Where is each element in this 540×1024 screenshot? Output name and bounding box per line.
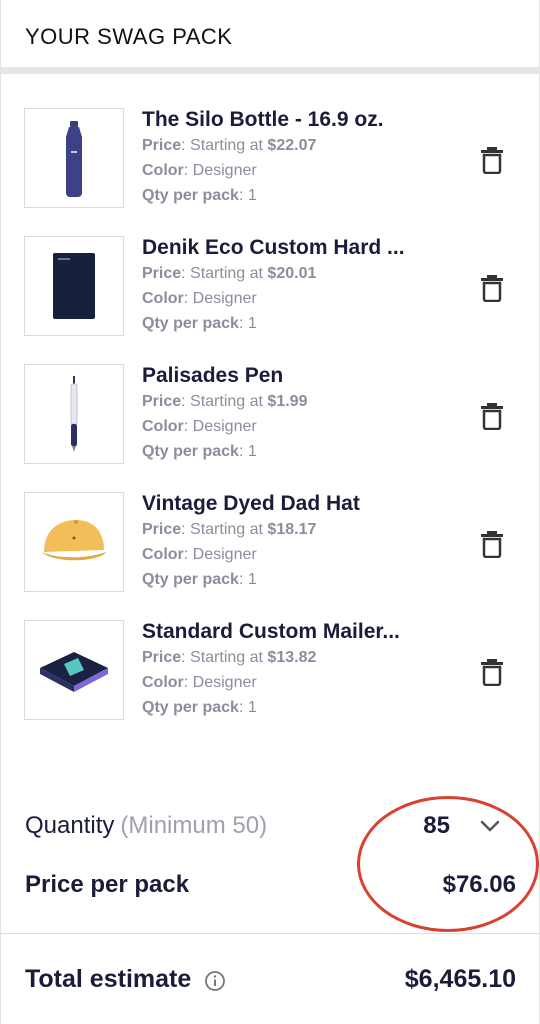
qty-value: 1 — [247, 315, 257, 332]
item-info: Standard Custom Mailer... Price: Startin… — [142, 619, 462, 720]
price-value: $22.07 — [267, 137, 317, 154]
item-price: Price: Starting at $1.99 — [142, 393, 308, 410]
starting-at-text: Starting at — [190, 265, 263, 282]
item-color: Color: Designer — [142, 674, 257, 691]
notebook-image — [53, 253, 95, 319]
qty-value: 1 — [247, 443, 257, 460]
qty-value: 1 — [247, 571, 257, 588]
quantity-value: 85 — [423, 812, 450, 839]
qty-value: 1 — [247, 187, 257, 204]
total-estimate-value: $6,465.10 — [404, 965, 516, 993]
bottle-image — [66, 121, 82, 197]
price-per-pack-value: $76.06 — [442, 871, 516, 898]
item-name[interactable]: Standard Custom Mailer... — [142, 619, 452, 645]
hat-image — [42, 520, 106, 561]
item-color: Color: Designer — [142, 546, 257, 563]
total-estimate-row: Total estimate $6,465.10 — [25, 965, 520, 1001]
color-value: Designer — [192, 418, 257, 435]
total-estimate-label: Total estimate — [25, 965, 192, 993]
price-label: Price — [142, 137, 182, 154]
price-label: Price — [142, 265, 182, 282]
item-price: Price: Starting at $22.07 — [142, 137, 317, 154]
list-item: Denik Eco Custom Hard ... Price: Startin… — [1, 236, 540, 364]
divider — [1, 933, 540, 934]
item-qty: Qty per pack: 1 — [142, 699, 257, 716]
item-info: Denik Eco Custom Hard ... Price: Startin… — [142, 235, 462, 336]
item-list: The Silo Bottle - 16.9 oz. Price: Starti… — [1, 108, 540, 748]
color-value: Designer — [192, 290, 257, 307]
qty-label: Qty per pack — [142, 443, 239, 460]
product-image-notebook[interactable] — [24, 236, 124, 336]
list-item: The Silo Bottle - 16.9 oz. Price: Starti… — [1, 108, 540, 236]
info-icon[interactable] — [204, 970, 226, 992]
page-title: YOUR SWAG PACK — [25, 24, 233, 49]
trash-icon[interactable] — [479, 274, 505, 302]
color-label: Color — [142, 674, 184, 691]
list-item: Palisades Pen Price: Starting at $1.99 C… — [1, 364, 540, 492]
starting-at-text: Starting at — [190, 521, 263, 538]
trash-icon[interactable] — [479, 402, 505, 430]
item-price: Price: Starting at $20.01 — [142, 265, 317, 282]
qty-label: Qty per pack — [142, 571, 239, 588]
product-image-silo-bottle[interactable] — [24, 108, 124, 208]
trash-icon[interactable] — [479, 530, 505, 558]
price-value: $18.17 — [267, 521, 317, 538]
item-price: Price: Starting at $18.17 — [142, 521, 317, 538]
color-label: Color — [142, 418, 184, 435]
product-image-pen[interactable] — [24, 364, 124, 464]
item-color: Color: Designer — [142, 290, 257, 307]
list-item: Standard Custom Mailer... Price: Startin… — [1, 620, 540, 748]
header: YOUR SWAG PACK — [1, 0, 540, 74]
color-label: Color — [142, 546, 184, 563]
item-color: Color: Designer — [142, 162, 257, 179]
qty-label: Qty per pack — [142, 315, 239, 332]
swag-pack-panel: YOUR SWAG PACK The Silo Bottle - 16.9 oz… — [0, 0, 540, 1024]
item-info: The Silo Bottle - 16.9 oz. Price: Starti… — [142, 107, 462, 208]
quantity-minimum: (Minimum 50) — [120, 812, 268, 839]
item-color: Color: Designer — [142, 418, 257, 435]
item-name[interactable]: Vintage Dyed Dad Hat — [142, 491, 452, 517]
price-label: Price — [142, 393, 182, 410]
item-name[interactable]: The Silo Bottle - 16.9 oz. — [142, 107, 452, 133]
chevron-down-icon — [480, 820, 500, 832]
price-per-pack-row: Price per pack $76.06 — [25, 871, 520, 905]
item-qty: Qty per pack: 1 — [142, 315, 257, 332]
quantity-row: Quantity (Minimum 50) 85 — [25, 812, 520, 846]
starting-at-text: Starting at — [190, 649, 263, 666]
product-image-dad-hat[interactable] — [24, 492, 124, 592]
price-label: Price — [142, 521, 182, 538]
color-label: Color — [142, 162, 184, 179]
item-name[interactable]: Palisades Pen — [142, 363, 452, 389]
color-value: Designer — [192, 674, 257, 691]
color-label: Color — [142, 290, 184, 307]
price-per-pack-label: Price per pack — [25, 871, 190, 898]
qty-value: 1 — [247, 699, 257, 716]
item-qty: Qty per pack: 1 — [142, 187, 257, 204]
item-info: Palisades Pen Price: Starting at $1.99 C… — [142, 363, 462, 464]
starting-at-text: Starting at — [190, 137, 263, 154]
qty-label: Qty per pack — [142, 699, 239, 716]
item-qty: Qty per pack: 1 — [142, 443, 257, 460]
mailer-box-image — [40, 652, 108, 692]
item-name[interactable]: Denik Eco Custom Hard ... — [142, 235, 452, 261]
starting-at-text: Starting at — [190, 393, 263, 410]
price-label: Price — [142, 649, 182, 666]
quantity-select[interactable]: 85 — [423, 812, 500, 840]
price-value: $13.82 — [267, 649, 317, 666]
list-item: Vintage Dyed Dad Hat Price: Starting at … — [1, 492, 540, 620]
pen-image — [70, 376, 78, 452]
price-value: $20.01 — [267, 265, 317, 282]
qty-label: Qty per pack — [142, 187, 239, 204]
color-value: Designer — [192, 162, 257, 179]
product-image-mailer-box[interactable] — [24, 620, 124, 720]
trash-icon[interactable] — [479, 146, 505, 174]
item-price: Price: Starting at $13.82 — [142, 649, 317, 666]
color-value: Designer — [192, 546, 257, 563]
item-info: Vintage Dyed Dad Hat Price: Starting at … — [142, 491, 462, 592]
item-qty: Qty per pack: 1 — [142, 571, 257, 588]
quantity-label: Quantity — [25, 812, 115, 839]
trash-icon[interactable] — [479, 658, 505, 686]
price-value: $1.99 — [267, 393, 308, 410]
